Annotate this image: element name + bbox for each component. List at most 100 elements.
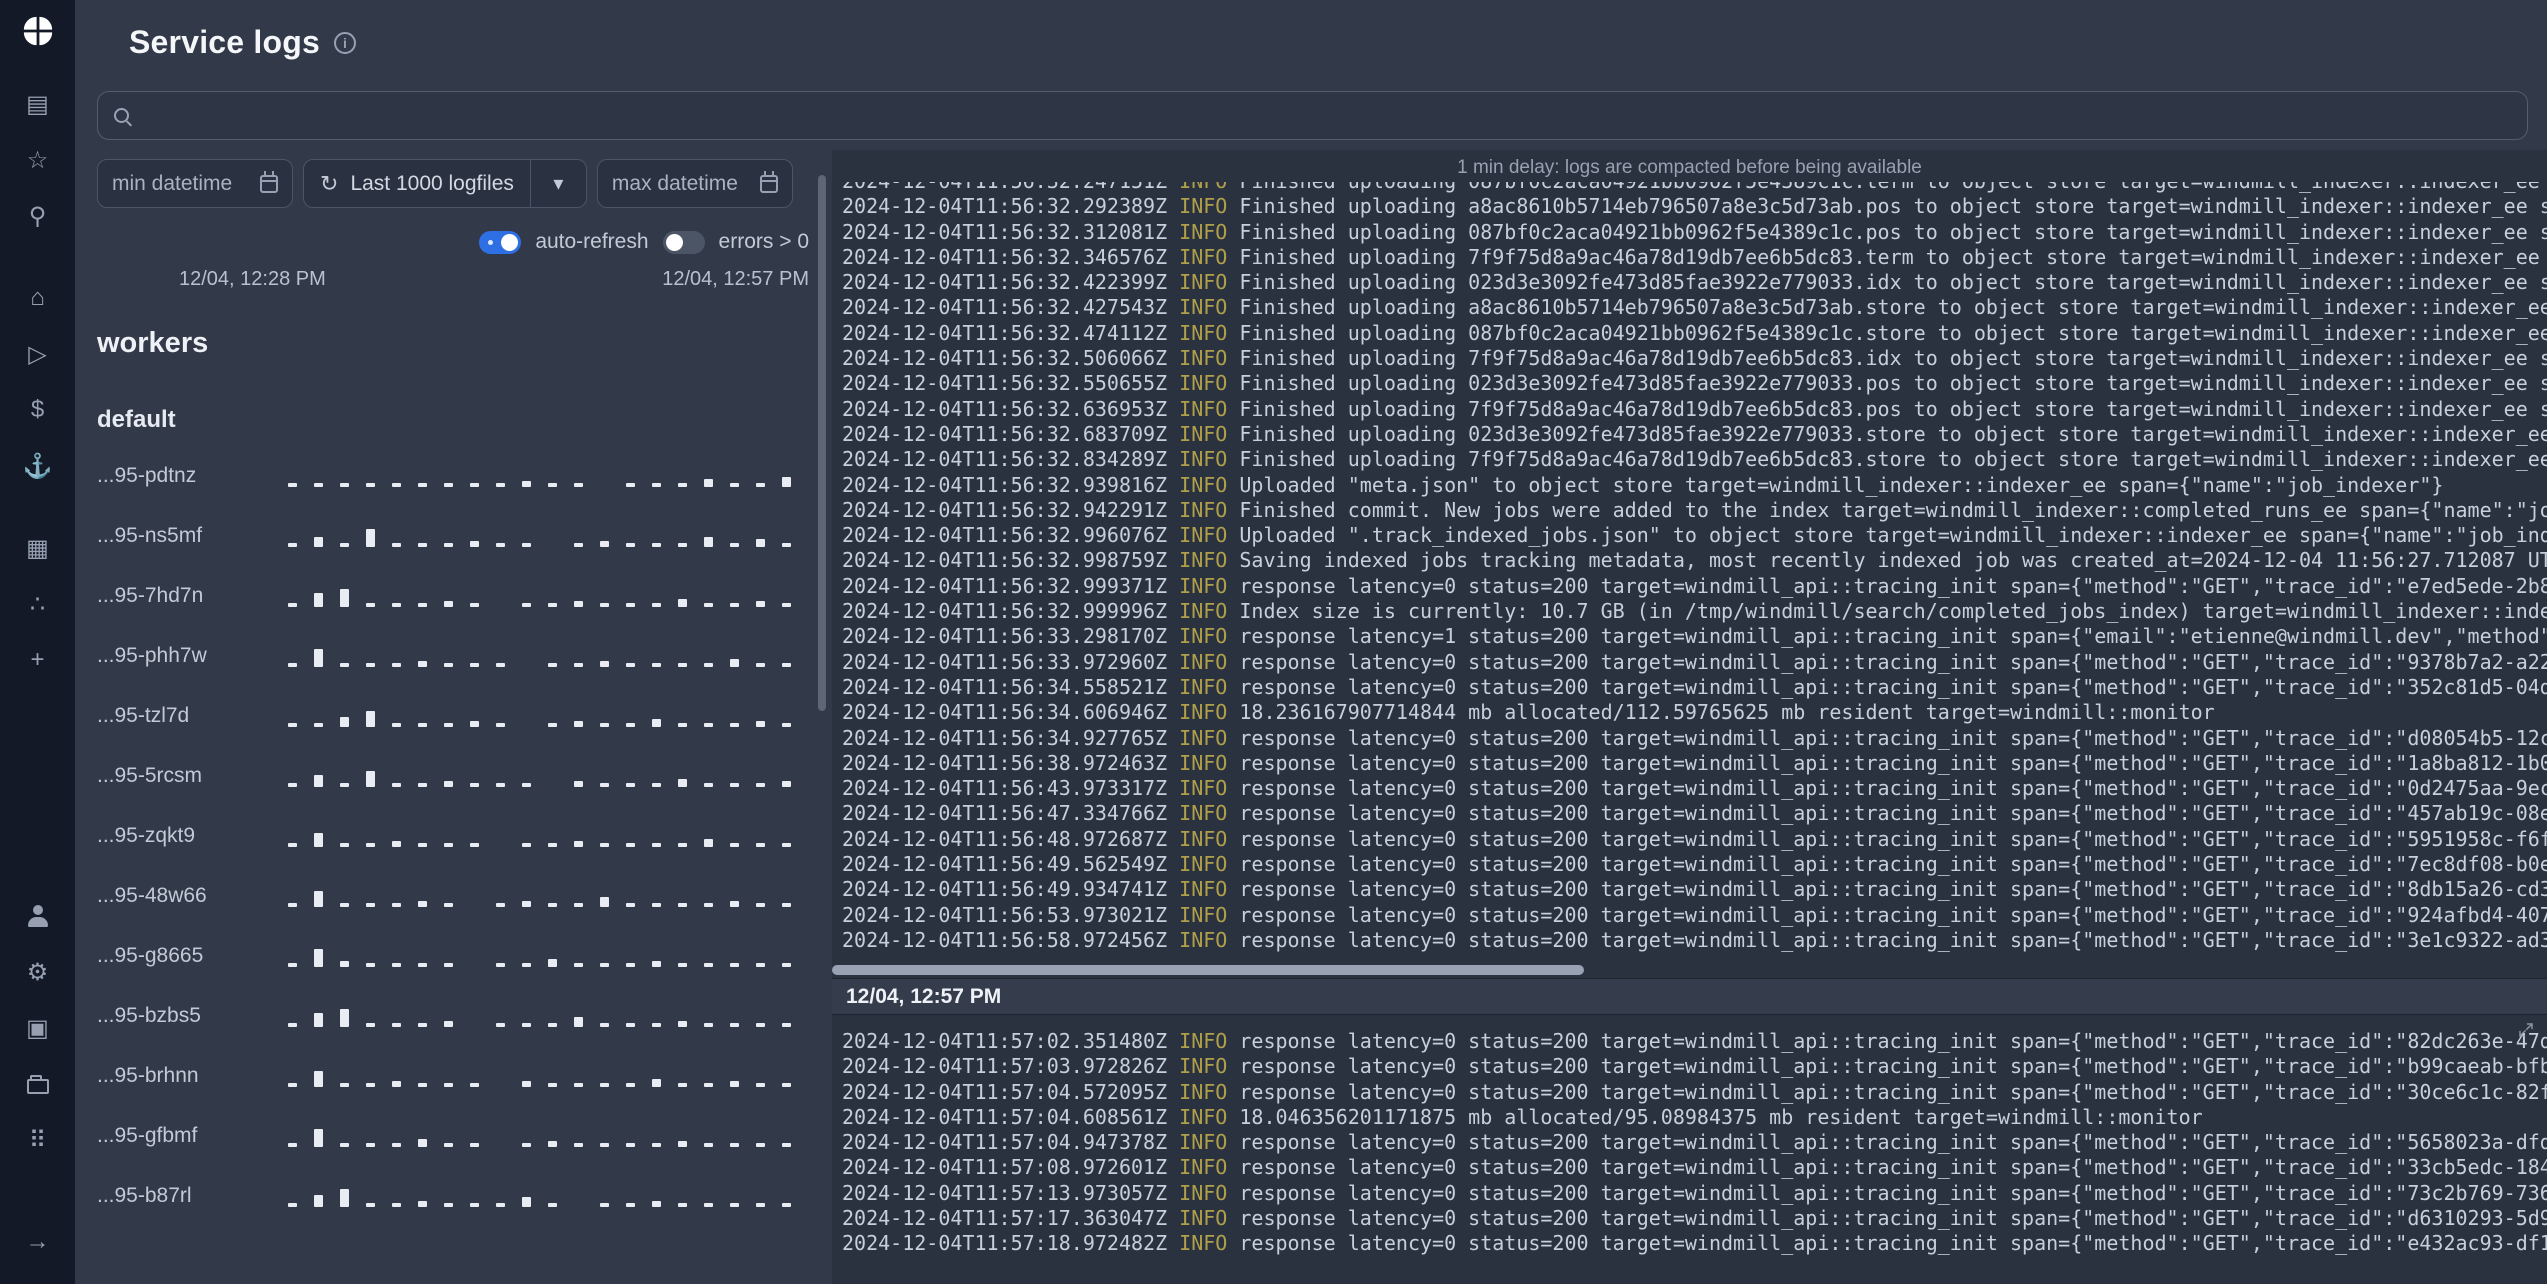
worker-activity-sparkline — [288, 645, 809, 667]
time-range-start: 12/04, 12:28 PM — [179, 268, 326, 290]
log-line: 2024-12-04T11:56:32.247151Z INFO Finishe… — [842, 182, 2547, 194]
user-icon[interactable] — [18, 896, 58, 936]
filter-row: min datetime ↻ Last 1000 logfiles ▾ max … — [97, 159, 809, 208]
worker-name-link[interactable]: ...95-gfbmf — [97, 1124, 282, 1148]
worker-name-link[interactable]: ...95-b87rl — [97, 1184, 282, 1208]
resources-anchor-icon[interactable]: ⚓ — [18, 446, 58, 486]
errors-filter-label: errors > 0 — [718, 230, 809, 253]
log-line: 2024-12-04T11:56:34.606946Z INFO 18.2361… — [842, 700, 2215, 725]
log-section-time: 12/04, 12:57 PM — [846, 984, 1002, 1008]
log-line: 2024-12-04T11:56:32.422399Z INFO Finishe… — [842, 270, 2547, 295]
min-datetime-label: min datetime — [112, 171, 233, 195]
worker-activity-sparkline — [288, 585, 809, 607]
log-line: 2024-12-04T11:56:32.636953Z INFO Finishe… — [842, 396, 2547, 421]
log-line: 2024-12-04T11:57:04.572095Z INFO respons… — [842, 1079, 2547, 1104]
log-line: 2024-12-04T11:56:32.999996Z INFO Index s… — [842, 599, 2547, 624]
log-line: 2024-12-04T11:57:08.972601Z INFO respons… — [842, 1155, 2547, 1180]
log-section-2: 2024-12-04T11:57:02.351480Z INFO respons… — [832, 1015, 2547, 1284]
worker-row: ...95-48w66 — [97, 866, 809, 926]
log-section-header: 12/04, 12:57 PM — [832, 978, 2547, 1015]
log-line: 2024-12-04T11:56:32.506066Z INFO Finishe… — [842, 346, 2547, 371]
icon-rail-footer: → — [18, 1214, 58, 1270]
refresh-logfiles-button[interactable]: ↻ Last 1000 logfiles — [304, 160, 530, 207]
worker-activity-sparkline — [288, 465, 809, 487]
home-icon[interactable]: ⌂ — [18, 278, 58, 318]
auto-refresh-toggle[interactable] — [479, 230, 522, 254]
runs-play-icon[interactable]: ▷ — [18, 334, 58, 374]
expand-sidebar-icon[interactable]: → — [18, 1222, 58, 1262]
favorites-star-icon[interactable]: ☆ — [18, 140, 58, 180]
errors-filter-toggle[interactable] — [662, 230, 705, 254]
worker-row: ...95-zqkt9 — [97, 806, 809, 866]
logfiles-dropdown-button[interactable]: ▾ — [529, 160, 586, 207]
worker-row: ...95-7hd7n — [97, 566, 809, 626]
auto-refresh-label: auto-refresh — [535, 230, 649, 253]
folders-icon[interactable] — [18, 1064, 58, 1104]
time-range-end: 12/04, 12:57 PM — [662, 268, 809, 290]
log-line: 2024-12-04T11:56:32.999371Z INFO respons… — [842, 573, 2547, 598]
worker-name-link[interactable]: ...95-ns5mf — [97, 524, 282, 548]
worker-name-link[interactable]: ...95-tzl7d — [97, 704, 282, 728]
service-logs-grid-icon[interactable]: ⠿ — [18, 1120, 58, 1160]
worker-name-link[interactable]: ...95-5rcsm — [97, 764, 282, 788]
windmill-logo-icon[interactable] — [19, 12, 57, 50]
worker-name-link[interactable]: ...95-7hd7n — [97, 584, 282, 608]
worker-activity-sparkline — [288, 885, 809, 907]
worker-name-link[interactable]: ...95-brhnn — [97, 1064, 282, 1088]
app-root: ▤ ☆ ⚲ ⌂ ▷ $ ⚓ ▦ ∴ + ⚙ ▣ ⠿ → Service logs min dateti… — [0, 0, 2547, 1284]
expand-icon[interactable] — [2517, 1021, 2535, 1044]
log-line: 2024-12-04T11:56:34.927765Z INFO respons… — [842, 725, 2547, 750]
add-icon[interactable]: + — [18, 640, 58, 680]
log-line: 2024-12-04T11:56:32.683709Z INFO Finishe… — [842, 421, 2547, 446]
variables-dollar-icon[interactable]: $ — [18, 390, 58, 430]
page-title: Service logs — [129, 24, 320, 60]
worker-row: ...95-pdtnz — [97, 446, 809, 506]
icon-rail: ▤ ☆ ⚲ ⌂ ▷ $ ⚓ ▦ ∴ + — [18, 50, 58, 688]
worker-activity-sparkline — [288, 1185, 809, 1207]
min-datetime-button[interactable]: min datetime — [97, 159, 293, 208]
log-line: 2024-12-04T11:56:53.973021Z INFO respons… — [842, 902, 2547, 927]
log-line: 2024-12-04T11:56:32.292389Z INFO Finishe… — [842, 194, 2547, 219]
log-line: 2024-12-04T11:56:58.972456Z INFO respons… — [842, 927, 2547, 952]
icon-rail-bottom: ⚙ ▣ ⠿ — [18, 888, 58, 1168]
page-header: Service logs — [97, 0, 2547, 61]
log-line: 2024-12-04T11:56:43.973317Z INFO respons… — [842, 776, 2547, 801]
search-icon — [114, 108, 129, 123]
log-horizontal-scrollbar[interactable] — [832, 965, 1584, 975]
log-line: 2024-12-04T11:57:13.973057Z INFO respons… — [842, 1180, 2547, 1205]
search-icon[interactable]: ⚲ — [18, 196, 58, 236]
schedules-calendar-icon[interactable]: ▦ — [18, 528, 58, 568]
flows-icon[interactable]: ∴ — [18, 584, 58, 624]
workspace-icon[interactable]: ▣ — [18, 1008, 58, 1048]
worker-row: ...95-b87rl — [97, 1166, 809, 1226]
worker-row: ...95-gfbmf — [97, 1106, 809, 1166]
worker-name-link[interactable]: ...95-pdtnz — [97, 464, 282, 488]
toggle-row: auto-refresh errors > 0 — [97, 230, 809, 254]
worker-name-link[interactable]: ...95-zqkt9 — [97, 824, 282, 848]
log-line: 2024-12-04T11:56:32.834289Z INFO Finishe… — [842, 447, 2547, 472]
log-line: 2024-12-04T11:56:32.942291Z INFO Finishe… — [842, 497, 2547, 522]
chevron-down-icon: ▾ — [553, 173, 564, 195]
apps-icon[interactable]: ▤ — [18, 84, 58, 124]
log-line: 2024-12-04T11:57:18.972482Z INFO respons… — [842, 1231, 2547, 1256]
info-icon[interactable] — [333, 31, 356, 54]
worker-activity-sparkline — [288, 765, 809, 787]
worker-name-link[interactable]: ...95-g8665 — [97, 944, 282, 968]
log-line: 2024-12-04T11:56:33.298170Z INFO respons… — [842, 624, 2547, 649]
log-line: 2024-12-04T11:56:32.312081Z INFO Finishe… — [842, 219, 2547, 244]
worker-name-link[interactable]: ...95-phh7w — [97, 644, 282, 668]
log-line: 2024-12-04T11:56:49.934741Z INFO respons… — [842, 877, 2547, 902]
log-line: 2024-12-04T11:57:02.351480Z INFO respons… — [842, 1029, 2547, 1053]
worker-list-scrollbar[interactable] — [818, 175, 826, 711]
worker-name-link[interactable]: ...95-bzbs5 — [97, 1004, 282, 1028]
logfiles-split-button: ↻ Last 1000 logfiles ▾ — [303, 159, 587, 208]
logfiles-label: Last 1000 logfiles — [350, 171, 514, 195]
max-datetime-button[interactable]: max datetime — [596, 159, 793, 208]
calendar-icon — [260, 170, 278, 193]
settings-gear-icon[interactable]: ⚙ — [18, 952, 58, 992]
log-delay-notice: 1 min delay: logs are compacted before b… — [1457, 157, 1922, 178]
max-datetime-label: max datetime — [611, 171, 738, 195]
search-input[interactable] — [143, 102, 2511, 129]
search-bar — [97, 91, 2528, 140]
worker-name-link[interactable]: ...95-48w66 — [97, 884, 282, 908]
